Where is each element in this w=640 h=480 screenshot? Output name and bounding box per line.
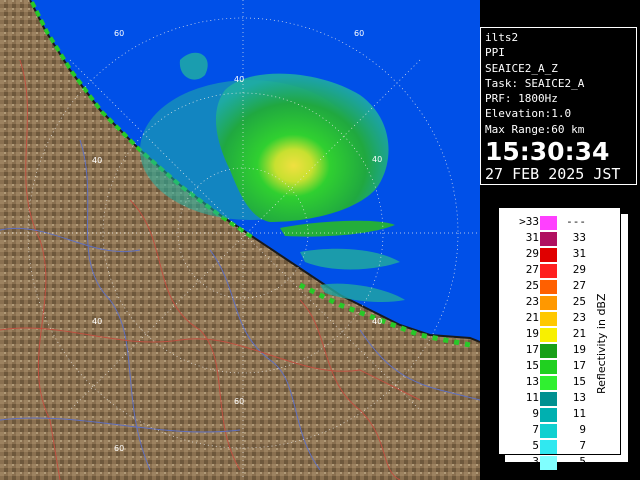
legend-high-value: 5 xyxy=(579,455,586,468)
legend-low-value: 27 xyxy=(525,263,539,276)
elevation-value: Elevation:1.0 xyxy=(485,107,572,121)
range-label: 60 xyxy=(234,397,244,406)
legend-color-swatch xyxy=(540,248,557,262)
legend-color-swatch xyxy=(540,232,557,246)
legend-color-swatch xyxy=(540,280,557,294)
legend-row: 57 xyxy=(511,438,621,454)
legend-color-swatch xyxy=(540,424,557,438)
legend-low-value: 19 xyxy=(525,327,539,340)
legend-row: >33 --- xyxy=(511,214,621,230)
task-name: Task: SEAICE2_A xyxy=(485,76,585,90)
legend-high-value: 27 xyxy=(572,279,586,292)
range-label: 60 xyxy=(354,29,364,38)
scan-mode: PPI xyxy=(485,46,505,60)
prf-value: PRF: 1800Hz xyxy=(485,92,558,106)
legend-high-value: 33 xyxy=(572,231,586,244)
legend-high-value: 9 xyxy=(579,423,586,436)
legend-row: 35 xyxy=(511,454,621,470)
legend-row: 9 11 xyxy=(511,406,621,422)
scan-date: 27 FEB 2025 JST xyxy=(485,165,621,184)
legend-low-value: 5 xyxy=(532,439,539,452)
legend-row: 31 33 xyxy=(511,230,621,246)
legend-color-swatch xyxy=(540,312,557,326)
legend-low-value: 11 xyxy=(525,391,539,404)
legend-low-value: 3 xyxy=(532,455,539,468)
legend-high-value: 31 xyxy=(572,247,586,260)
legend-color-swatch xyxy=(540,216,557,230)
legend-high-value: 29 xyxy=(572,263,586,276)
legend-low-value: 31 xyxy=(525,231,539,244)
legend-color-swatch xyxy=(540,264,557,278)
radar-name: ilts2 xyxy=(485,31,519,44)
legend-low-value: 29 xyxy=(525,247,539,260)
legend-low-value: 9 xyxy=(532,407,539,420)
legend-color-swatch xyxy=(540,376,557,390)
legend-high-value: 17 xyxy=(572,359,586,372)
legend-row: 79 xyxy=(511,422,621,438)
legend-low-value: 25 xyxy=(525,279,539,292)
radar-ppi-map[interactable]: 60 60 40 40 40 40 40 60 60 xyxy=(0,0,480,480)
range-label: 40 xyxy=(92,156,102,165)
legend-low-value: 7 xyxy=(532,423,539,436)
legend-low-value: 13 xyxy=(525,375,539,388)
legend-low-value: 15 xyxy=(525,359,539,372)
legend-low-value: 23 xyxy=(525,295,539,308)
legend-color-swatch xyxy=(540,344,557,358)
side-panel: ilts2 PPI SEAICE2_A_Z Task: SEAICE2_A PR… xyxy=(480,0,640,480)
product-name: SEAICE2_A_Z xyxy=(485,61,558,75)
legend-high-value: --- xyxy=(566,215,586,228)
range-label: 40 xyxy=(92,317,102,326)
legend-color-swatch xyxy=(540,328,557,342)
legend-high-value: 13 xyxy=(572,391,586,404)
legend-high-value: 23 xyxy=(572,311,586,324)
legend-high-value: 7 xyxy=(579,439,586,452)
legend-high-value: 15 xyxy=(572,375,586,388)
legend-title: Reflectivity in dBZ xyxy=(595,293,608,394)
legend-color-swatch xyxy=(540,392,557,406)
range-label: 40 xyxy=(372,155,382,164)
legend-color-swatch xyxy=(540,360,557,374)
legend-row: 25 27 xyxy=(511,278,621,294)
legend-color-swatch xyxy=(540,456,557,470)
legend-high-value: 25 xyxy=(572,295,586,308)
reflectivity-legend: >33 --- 31 33 29 31 27 29 25 27 23 25 21 23 19 21 17 19 15… xyxy=(498,207,621,470)
legend-high-value: 19 xyxy=(572,343,586,356)
scan-time: 15:30:34 xyxy=(485,137,610,167)
range-label: 40 xyxy=(234,75,244,84)
legend-low-value: 21 xyxy=(525,311,539,324)
range-label: 60 xyxy=(114,444,124,453)
range-label: 60 xyxy=(114,29,124,38)
max-range-value: Max Range:60 km xyxy=(485,122,585,136)
legend-high-value: 21 xyxy=(572,327,586,340)
legend-low-value: 17 xyxy=(525,343,539,356)
range-label: 40 xyxy=(372,317,382,326)
legend-color-swatch xyxy=(540,408,557,422)
legend-row: 29 31 xyxy=(511,246,621,262)
legend-row: 27 29 xyxy=(511,262,621,278)
legend-high-value: 11 xyxy=(572,407,586,420)
legend-color-swatch xyxy=(540,440,557,454)
legend-low-value: >33 xyxy=(519,215,539,228)
legend-color-swatch xyxy=(540,296,557,310)
scan-info-box: ilts2 PPI SEAICE2_A_Z Task: SEAICE2_A PR… xyxy=(480,27,637,185)
